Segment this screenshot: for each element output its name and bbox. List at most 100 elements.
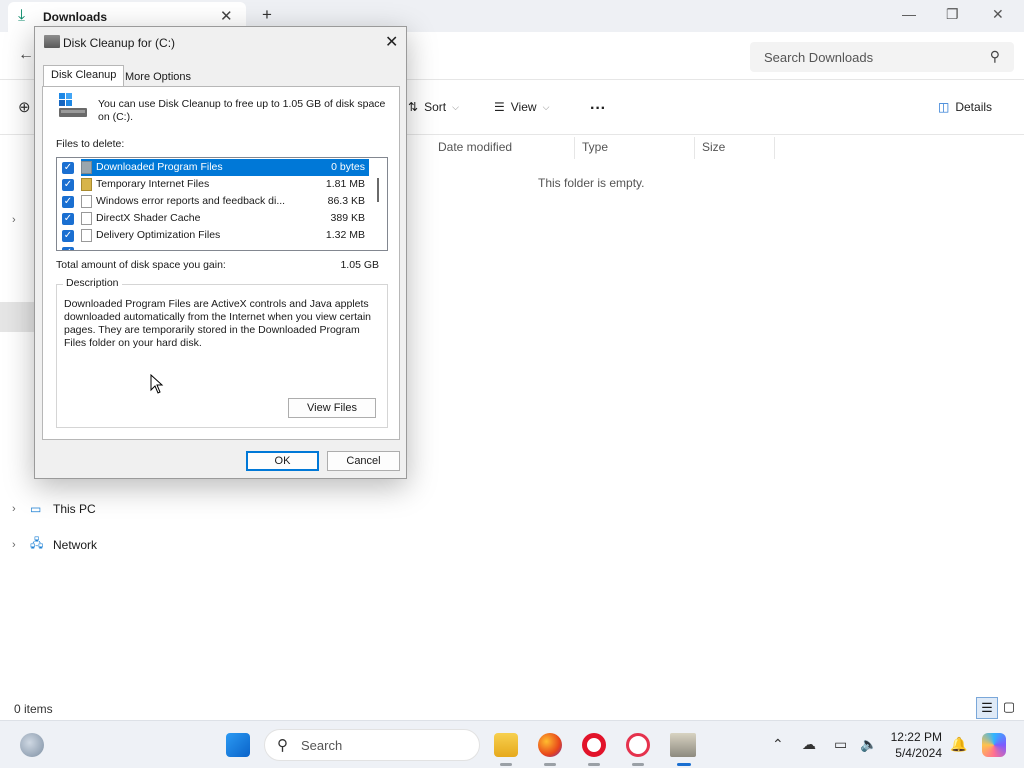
status-item-count: 0 items xyxy=(14,702,53,716)
checkbox-checked-icon[interactable]: ✓ xyxy=(62,213,74,225)
files-to-delete-label: Files to delete: xyxy=(56,138,125,150)
file-size: 389 KB xyxy=(330,212,365,224)
checkbox-checked-icon[interactable]: ✓ xyxy=(62,230,74,242)
file-size: 1.81 MB xyxy=(325,178,365,190)
list-scrollbar[interactable] xyxy=(377,178,379,202)
cloud-offline-icon[interactable]: ☁ xyxy=(802,736,816,753)
view-label: View xyxy=(510,100,537,114)
running-indicator xyxy=(544,763,556,766)
drive-icon xyxy=(59,93,87,117)
chevron-right-icon: › xyxy=(12,503,16,515)
close-window-icon[interactable]: ✕ xyxy=(992,6,1004,23)
more-label: ··· xyxy=(590,100,606,117)
opera-icon[interactable] xyxy=(582,733,606,757)
taskbar-search[interactable]: ⚲ Search xyxy=(264,729,480,761)
minimize-icon[interactable]: — xyxy=(902,6,916,22)
file-icon xyxy=(81,229,92,242)
file-size: 0 bytes xyxy=(331,161,365,173)
disk-cleanup-dialog: Disk Cleanup for (C:) ✕ Disk Cleanup Mor… xyxy=(34,26,407,479)
disk-cleanup-icon[interactable] xyxy=(670,733,696,757)
list-item[interactable]: ✓ Windows error reports and feedback di.… xyxy=(57,193,373,210)
view-files-button[interactable]: View Files xyxy=(288,398,376,418)
network-icon: 🖧 xyxy=(30,536,44,550)
checkbox-checked-icon[interactable]: ✓ xyxy=(62,162,74,174)
this-pc-icon: ▭ xyxy=(30,502,42,516)
sort-button[interactable]: ⇅ Sort ⌵ xyxy=(408,100,459,114)
file-size: 1.32 MB xyxy=(325,229,365,241)
list-item[interactable]: ✓ Delivery Optimization Files 1.32 MB xyxy=(57,227,373,244)
sidebar-item-network[interactable]: › 🖧 Network xyxy=(12,534,97,555)
list-item[interactable]: ✓ DirectX Shader Cache 389 KB xyxy=(57,210,373,227)
ok-button[interactable]: OK xyxy=(246,451,319,471)
dialog-title: Disk Cleanup for (C:) xyxy=(63,36,176,50)
description-text: Downloaded Program Files are ActiveX con… xyxy=(64,298,372,349)
file-name: Delivery Optimization Files xyxy=(96,229,221,241)
clock-time: 12:22 PM xyxy=(890,730,942,744)
new-tab-icon[interactable]: + xyxy=(262,5,272,25)
tiles-view-icon[interactable]: ▢ xyxy=(998,697,1020,719)
network-status-icon[interactable]: ▭ xyxy=(834,736,847,753)
file-icon xyxy=(81,195,92,208)
restore-icon[interactable]: ❐ xyxy=(946,6,959,23)
volume-muted-icon[interactable]: 🔈 xyxy=(860,736,877,753)
description-group: Description Downloaded Program Files are… xyxy=(56,277,388,428)
running-indicator xyxy=(588,763,600,766)
column-header-size[interactable]: Size xyxy=(702,140,725,154)
close-icon[interactable]: ✕ xyxy=(385,32,398,52)
column-header-type[interactable]: Type xyxy=(582,140,608,154)
sidebar-item-label: Network xyxy=(53,537,98,552)
nav-expand-collapsed[interactable]: › xyxy=(12,214,30,226)
total-gain-value: 1.05 GB xyxy=(340,259,379,271)
start-windows-icon[interactable] xyxy=(226,733,250,757)
details-button[interactable]: ◫ Details xyxy=(938,100,992,114)
column-divider xyxy=(574,137,575,159)
search-box[interactable]: ⚲ xyxy=(750,42,1014,72)
list-item-partial[interactable]: ✓ xyxy=(57,244,373,250)
close-tab-icon[interactable]: ✕ xyxy=(220,7,233,25)
file-name: Temporary Internet Files xyxy=(96,178,210,190)
file-icon xyxy=(81,212,92,225)
checkbox-checked-icon[interactable]: ✓ xyxy=(62,196,74,208)
column-divider xyxy=(774,137,775,159)
column-header-date-modified[interactable]: Date modified xyxy=(438,140,512,154)
list-item[interactable]: ✓ Downloaded Program Files 0 bytes xyxy=(57,159,373,176)
details-pane-icon: ◫ xyxy=(938,100,950,114)
clock-date: 5/4/2024 xyxy=(895,746,942,760)
weather-widget-icon[interactable] xyxy=(20,733,44,757)
details-view-icon[interactable]: ☰ xyxy=(976,697,998,719)
chevron-right-icon: › xyxy=(12,538,16,551)
cancel-button[interactable]: Cancel xyxy=(327,451,400,471)
chevron-down-icon: ⌵ xyxy=(542,101,550,112)
program-files-icon xyxy=(81,161,92,174)
view-button[interactable]: ☰ View ⌵ xyxy=(494,100,549,114)
copilot-icon[interactable] xyxy=(982,733,1006,757)
search-input[interactable] xyxy=(750,42,970,72)
empty-folder-message: This folder is empty. xyxy=(538,176,645,190)
search-icon: ⚲ xyxy=(989,48,1000,64)
new-icon[interactable]: ⊕ xyxy=(18,98,31,116)
file-size: 86.3 KB xyxy=(327,195,365,207)
search-icon: ⚲ xyxy=(277,737,288,754)
list-item[interactable]: ✓ Temporary Internet Files 1.81 MB xyxy=(57,176,373,193)
firefox-icon[interactable] xyxy=(538,733,562,757)
tab-title: Downloads xyxy=(43,10,108,24)
taskbar-clock[interactable]: 12:22 PM 5/4/2024 xyxy=(888,729,942,761)
files-list[interactable]: ✓ Downloaded Program Files 0 bytes ✓ Tem… xyxy=(56,157,388,251)
opera-gx-icon[interactable] xyxy=(626,733,650,757)
notification-bell-icon[interactable]: 🔔 xyxy=(950,736,967,753)
file-explorer-icon[interactable] xyxy=(494,733,518,757)
back-arrow-icon[interactable]: ← xyxy=(18,46,34,64)
sidebar-item-this-pc[interactable]: › ▭ This PC xyxy=(12,502,96,516)
column-divider xyxy=(694,137,695,159)
mouse-cursor-icon xyxy=(150,374,164,394)
checkbox-checked-icon[interactable]: ✓ xyxy=(62,247,74,250)
more-options-button[interactable]: ··· xyxy=(590,100,606,118)
show-hidden-icons-icon[interactable]: ⌃ xyxy=(772,736,784,753)
view-icon: ☰ xyxy=(494,100,505,114)
tab-disk-cleanup[interactable]: Disk Cleanup xyxy=(43,65,125,87)
details-label: Details xyxy=(955,100,993,114)
file-name: DirectX Shader Cache xyxy=(96,212,201,224)
total-gain-label: Total amount of disk space you gain: xyxy=(56,259,226,271)
checkbox-checked-icon[interactable]: ✓ xyxy=(62,179,74,191)
file-name: Windows error reports and feedback di... xyxy=(96,195,286,207)
